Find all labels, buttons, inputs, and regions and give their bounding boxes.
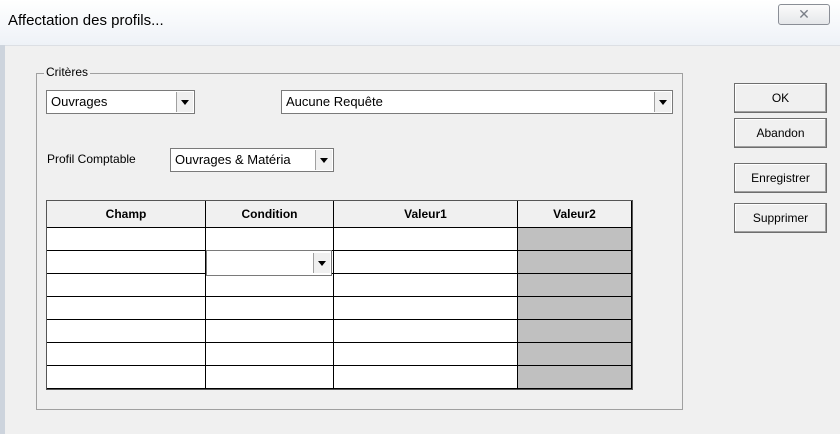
grid-cell[interactable] [47,297,206,320]
dialog-window: Affectation des profils... ✕ Critères Ou… [0,0,840,434]
grid-cell[interactable] [518,297,632,320]
abandon-button[interactable]: Abandon [734,118,827,148]
grid-cell[interactable] [334,228,518,251]
supprimer-button[interactable]: Supprimer [734,203,827,233]
query-select[interactable]: Aucune Requête [281,90,673,114]
grid-cell[interactable] [206,228,334,251]
close-icon: ✕ [798,6,810,22]
grid-cell[interactable] [47,343,206,366]
enregistrer-button[interactable]: Enregistrer [734,163,827,193]
grid-cell[interactable] [47,366,206,389]
grid-cell[interactable] [206,297,334,320]
grid-cell[interactable] [518,343,632,366]
query-select-value: Aucune Requête [286,94,383,109]
grid-cell[interactable] [334,274,518,297]
criteria-grid: Champ Condition Valeur1 Valeur2 [46,200,633,390]
type-select-value: Ouvrages [51,94,108,109]
column-header-valeur1[interactable]: Valeur1 [334,201,518,228]
grid-cell[interactable] [47,320,206,343]
column-header-valeur2[interactable]: Valeur2 [518,201,632,228]
grid-cell[interactable] [518,366,632,389]
title-bar: Affectation des profils... ✕ [0,0,840,46]
grid-cell[interactable] [334,320,518,343]
window-left-edge [0,45,5,434]
grid-cell[interactable] [518,274,632,297]
grid-cell[interactable] [518,251,632,274]
profile-label: Profil Comptable [47,152,136,166]
grid-cell[interactable] [334,343,518,366]
grid-cell[interactable] [47,274,206,297]
condition-cell-select[interactable] [206,250,332,276]
window-title: Affectation des profils... [8,12,164,29]
grid-cell[interactable] [334,366,518,389]
grid-cell[interactable] [334,251,518,274]
column-header-condition[interactable]: Condition [206,201,334,228]
close-button[interactable]: ✕ [778,4,830,25]
grid-cell[interactable] [206,320,334,343]
grid-cell[interactable] [47,251,206,274]
chevron-down-icon[interactable] [176,92,193,112]
type-select[interactable]: Ouvrages [46,90,195,114]
profile-select-value: Ouvrages & Matéria [175,152,291,167]
grid-cell[interactable] [518,228,632,251]
ok-button[interactable]: OK [734,83,827,113]
grid-cell[interactable] [206,343,334,366]
grid-cell[interactable] [518,320,632,343]
chevron-down-icon[interactable] [313,253,330,273]
grid-cell[interactable] [47,228,206,251]
grid-cell[interactable] [206,274,334,297]
grid-cell[interactable] [206,366,334,389]
criteria-group-label: Critères [44,65,91,79]
profile-select[interactable]: Ouvrages & Matéria [170,148,334,172]
chevron-down-icon[interactable] [315,150,332,170]
chevron-down-icon[interactable] [654,92,671,112]
grid-cell[interactable] [334,297,518,320]
column-header-champ[interactable]: Champ [47,201,206,228]
